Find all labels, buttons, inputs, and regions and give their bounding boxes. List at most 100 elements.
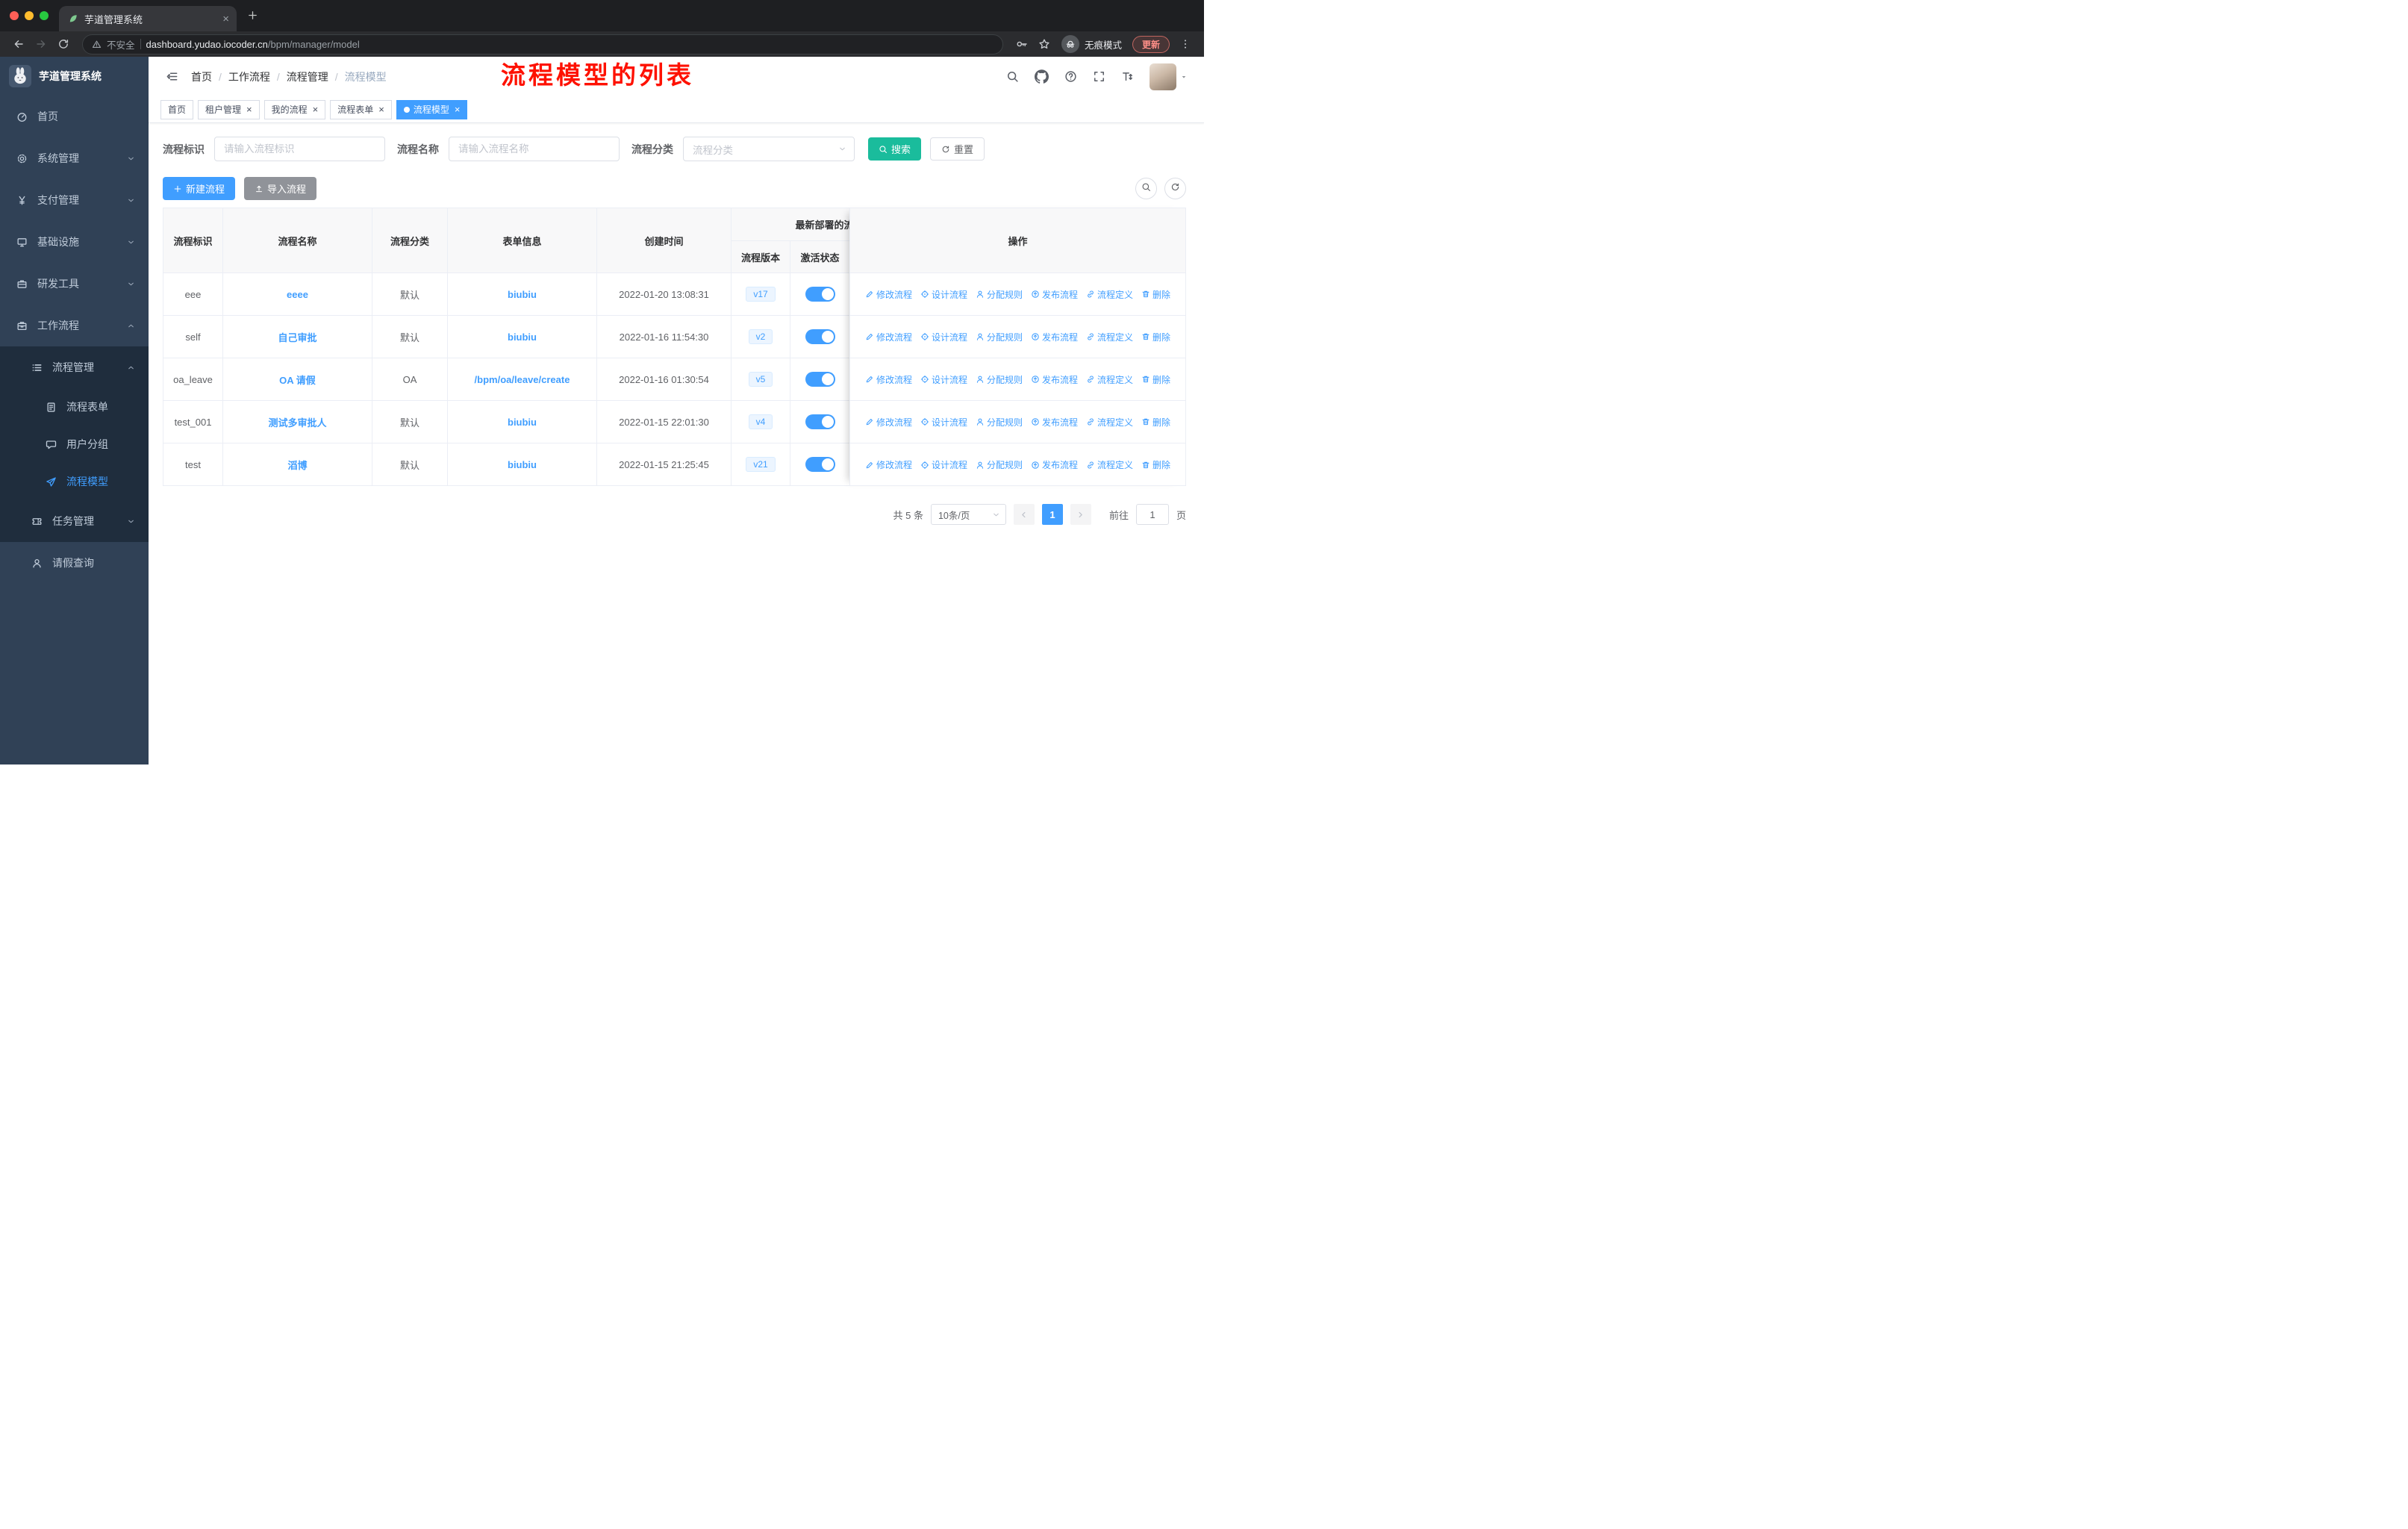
back-button[interactable] bbox=[9, 34, 28, 54]
category-select[interactable]: 流程分类 bbox=[683, 137, 855, 161]
action-definition[interactable]: 流程定义 bbox=[1086, 458, 1133, 471]
tag-process-form[interactable]: 流程表单 × bbox=[330, 99, 392, 119]
create-process-button[interactable]: 新建流程 bbox=[163, 177, 236, 200]
help-icon[interactable] bbox=[1064, 70, 1077, 83]
font-size-icon[interactable] bbox=[1121, 70, 1134, 83]
password-key-icon[interactable] bbox=[1012, 34, 1032, 54]
close-icon[interactable]: × bbox=[313, 105, 319, 114]
action-delete[interactable]: 删除 bbox=[1141, 373, 1170, 386]
action-assign[interactable]: 分配规则 bbox=[976, 416, 1023, 429]
close-icon[interactable]: × bbox=[378, 105, 384, 114]
action-definition[interactable]: 流程定义 bbox=[1086, 373, 1133, 386]
form-info-link[interactable]: biubiu bbox=[508, 289, 537, 300]
address-bar[interactable]: 不安全 dashboard.yudao.iocoder.cn/bpm/manag… bbox=[82, 34, 1003, 55]
active-toggle[interactable] bbox=[805, 457, 835, 472]
maximize-window-button[interactable] bbox=[40, 11, 49, 20]
action-definition[interactable]: 流程定义 bbox=[1086, 331, 1133, 343]
process-name-input[interactable] bbox=[449, 137, 620, 161]
action-assign[interactable]: 分配规则 bbox=[976, 373, 1023, 386]
active-toggle[interactable] bbox=[805, 414, 835, 429]
refresh-table-button[interactable] bbox=[1164, 178, 1186, 199]
next-page-button[interactable] bbox=[1070, 504, 1091, 525]
action-design[interactable]: 设计流程 bbox=[920, 373, 967, 386]
active-toggle[interactable] bbox=[805, 372, 835, 387]
tag-process-model[interactable]: 流程模型 × bbox=[396, 99, 468, 119]
page-size-select[interactable]: 10条/页 bbox=[930, 504, 1006, 525]
user-avatar[interactable] bbox=[1150, 63, 1188, 90]
action-design[interactable]: 设计流程 bbox=[920, 288, 967, 301]
tag-home[interactable]: 首页 bbox=[160, 99, 194, 119]
close-icon[interactable]: × bbox=[455, 105, 461, 114]
action-publish[interactable]: 发布流程 bbox=[1031, 331, 1078, 343]
github-icon[interactable] bbox=[1035, 69, 1049, 84]
action-assign[interactable]: 分配规则 bbox=[976, 458, 1023, 471]
browser-menu-icon[interactable] bbox=[1176, 34, 1195, 54]
breadcrumb-home[interactable]: 首页 bbox=[191, 69, 212, 84]
action-delete[interactable]: 删除 bbox=[1141, 331, 1170, 343]
show-search-button[interactable] bbox=[1135, 178, 1157, 199]
active-toggle[interactable] bbox=[805, 329, 835, 344]
sidebar-item-process-management[interactable]: 流程管理 bbox=[0, 346, 149, 388]
sidebar-item-task-management[interactable]: 任务管理 bbox=[0, 500, 149, 542]
sidebar-item-infrastructure[interactable]: 基础设施 bbox=[0, 221, 149, 263]
page-1-button[interactable]: 1 bbox=[1041, 504, 1063, 525]
sidebar-item-home[interactable]: 首页 bbox=[0, 96, 149, 137]
close-icon[interactable]: × bbox=[246, 105, 252, 114]
reset-button[interactable]: 重置 bbox=[930, 137, 985, 161]
action-delete[interactable]: 删除 bbox=[1141, 458, 1170, 471]
bookmark-star-icon[interactable] bbox=[1035, 34, 1054, 54]
action-edit[interactable]: 修改流程 bbox=[865, 331, 912, 343]
reload-button[interactable] bbox=[54, 34, 73, 54]
fullscreen-icon[interactable] bbox=[1093, 70, 1105, 83]
update-button[interactable]: 更新 bbox=[1132, 35, 1170, 53]
new-tab-button[interactable] bbox=[247, 10, 258, 21]
process-name-link[interactable]: 测试多审批人 bbox=[268, 417, 326, 429]
sidebar-item-process-model[interactable]: 流程模型 bbox=[0, 463, 149, 500]
action-design[interactable]: 设计流程 bbox=[920, 331, 967, 343]
close-window-button[interactable] bbox=[10, 11, 19, 20]
browser-tab[interactable]: 芋道管理系统 × bbox=[59, 6, 237, 31]
action-edit[interactable]: 修改流程 bbox=[865, 373, 912, 386]
process-name-link[interactable]: 自己审批 bbox=[278, 332, 316, 343]
goto-page-input[interactable] bbox=[1135, 504, 1169, 525]
action-definition[interactable]: 流程定义 bbox=[1086, 288, 1133, 301]
action-publish[interactable]: 发布流程 bbox=[1031, 288, 1078, 301]
tag-tenant-management[interactable]: 租户管理 × bbox=[198, 99, 260, 119]
form-info-link[interactable]: biubiu bbox=[508, 417, 537, 428]
action-edit[interactable]: 修改流程 bbox=[865, 458, 912, 471]
breadcrumb-workflow[interactable]: 工作流程 bbox=[228, 69, 270, 84]
security-warning-icon[interactable] bbox=[92, 40, 102, 49]
process-name-link[interactable]: 滔博 bbox=[287, 460, 307, 471]
sidebar-item-system-management[interactable]: 系统管理 bbox=[0, 137, 149, 179]
search-button[interactable]: 搜索 bbox=[868, 137, 922, 161]
process-id-input[interactable] bbox=[214, 137, 385, 161]
minimize-window-button[interactable] bbox=[25, 11, 34, 20]
action-publish[interactable]: 发布流程 bbox=[1031, 416, 1078, 429]
process-name-link[interactable]: eeee bbox=[287, 289, 308, 300]
action-publish[interactable]: 发布流程 bbox=[1031, 458, 1078, 471]
sidebar-collapse-icon[interactable] bbox=[166, 70, 178, 83]
action-design[interactable]: 设计流程 bbox=[920, 416, 967, 429]
action-delete[interactable]: 删除 bbox=[1141, 416, 1170, 429]
action-assign[interactable]: 分配规则 bbox=[976, 288, 1023, 301]
search-icon[interactable] bbox=[1006, 70, 1019, 83]
action-definition[interactable]: 流程定义 bbox=[1086, 416, 1133, 429]
action-edit[interactable]: 修改流程 bbox=[865, 288, 912, 301]
action-assign[interactable]: 分配规则 bbox=[976, 331, 1023, 343]
action-edit[interactable]: 修改流程 bbox=[865, 416, 912, 429]
action-delete[interactable]: 删除 bbox=[1141, 288, 1170, 301]
forward-button[interactable] bbox=[31, 34, 51, 54]
form-info-link[interactable]: biubiu bbox=[508, 459, 537, 470]
sidebar-item-user-group[interactable]: 用户分组 bbox=[0, 426, 149, 463]
process-name-link[interactable]: OA 请假 bbox=[279, 375, 316, 386]
action-design[interactable]: 设计流程 bbox=[920, 458, 967, 471]
form-info-link[interactable]: /bpm/oa/leave/create bbox=[475, 374, 570, 385]
sidebar-item-payment-management[interactable]: 支付管理 bbox=[0, 179, 149, 221]
breadcrumb-process-management[interactable]: 流程管理 bbox=[287, 69, 328, 84]
sidebar-item-process-form[interactable]: 流程表单 bbox=[0, 388, 149, 426]
tab-close-icon[interactable]: × bbox=[222, 13, 229, 25]
sidebar-item-dev-tools[interactable]: 研发工具 bbox=[0, 263, 149, 305]
active-toggle[interactable] bbox=[805, 287, 835, 302]
import-process-button[interactable]: 导入流程 bbox=[244, 177, 317, 200]
sidebar-item-workflow[interactable]: 工作流程 bbox=[0, 305, 149, 346]
